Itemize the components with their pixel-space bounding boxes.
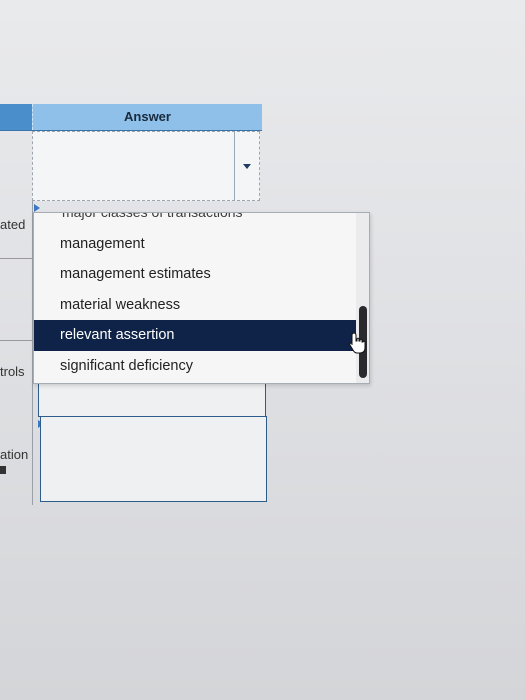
dropdown-option[interactable]: material weakness bbox=[34, 290, 356, 321]
row-label-1: ated bbox=[0, 217, 26, 232]
row-label-3-fragment bbox=[0, 466, 6, 474]
answer-select-1[interactable] bbox=[32, 131, 260, 201]
dropdown-list[interactable]: major classes of transactions management… bbox=[33, 212, 370, 384]
row-divider bbox=[0, 340, 32, 341]
row-label-3: ation bbox=[0, 447, 29, 462]
dropdown-option[interactable]: management estimates bbox=[34, 259, 356, 290]
row-label-2: trols bbox=[0, 364, 25, 379]
screen: ated trols ation Answer major classes of… bbox=[0, 0, 525, 700]
caret-down-icon bbox=[243, 163, 251, 169]
field-marker-icon bbox=[34, 204, 40, 212]
dropdown-option[interactable]: significant deficiency bbox=[34, 351, 356, 382]
dropdown-option-partial[interactable]: major classes of transactions bbox=[62, 213, 243, 220]
row-divider bbox=[0, 258, 32, 259]
answer-header-label: Answer bbox=[32, 104, 262, 130]
answer-column-header: Answer bbox=[0, 104, 262, 131]
answer-select-4[interactable] bbox=[40, 416, 267, 502]
select-arrow-button[interactable] bbox=[234, 132, 259, 200]
dropdown-scrollbar[interactable] bbox=[356, 213, 369, 383]
dropdown-option[interactable]: management bbox=[34, 229, 356, 260]
dropdown-option-selected[interactable]: relevant assertion bbox=[34, 320, 356, 351]
hand-pointer-icon bbox=[349, 332, 366, 354]
